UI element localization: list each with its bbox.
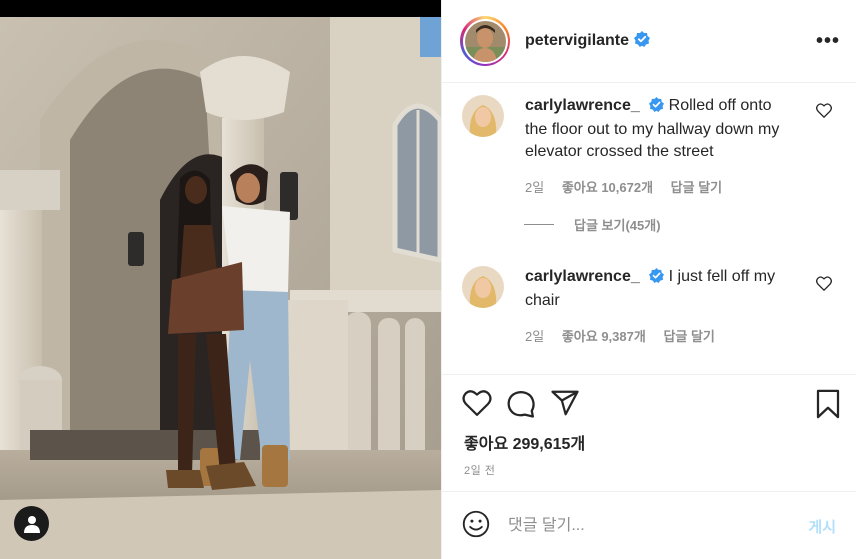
post-side-panel: petervigilante ••• carlylawrence_ Rolled…	[441, 0, 856, 559]
divider-line	[524, 224, 554, 225]
comment-meta: 2일 좋아요 9,387개 답글 달기	[525, 326, 832, 345]
comment-icon[interactable]	[506, 389, 536, 424]
author-avatar[interactable]	[460, 16, 510, 66]
comment-time[interactable]: 2일	[525, 329, 544, 344]
post-header: petervigilante •••	[442, 0, 856, 83]
comment-meta: 2일 좋아요 10,672개 답글 달기	[525, 177, 832, 196]
commenter-avatar[interactable]	[462, 95, 504, 137]
post-photo[interactable]	[0, 0, 441, 559]
post-likes-count[interactable]: 좋아요 299,615개	[464, 430, 585, 454]
post-photo-image	[0, 0, 441, 559]
comment-text-block: carlylawrence_ I just fell off my chair	[525, 266, 798, 312]
more-horizontal-icon[interactable]: •••	[816, 30, 840, 53]
comment-like-heart-icon[interactable]	[816, 103, 832, 123]
comment-input[interactable]	[508, 517, 799, 535]
comment-username[interactable]: carlylawrence_	[525, 268, 640, 285]
view-replies-button[interactable]: 답글 보기(45개)	[524, 215, 661, 234]
view-replies-label: 답글 보기(45개)	[574, 218, 661, 233]
commenter-avatar[interactable]	[462, 266, 504, 308]
comment-item: carlylawrence_ Rolled off onto the floor…	[462, 95, 832, 196]
verified-badge-icon	[649, 268, 665, 290]
post-date[interactable]: 2일 전	[464, 462, 495, 478]
commenter-avatar-image	[462, 95, 504, 137]
commenter-avatar-image	[462, 266, 504, 308]
user-icon	[23, 515, 40, 533]
comment-time[interactable]: 2일	[525, 180, 544, 195]
share-icon[interactable]	[550, 389, 580, 424]
heart-icon[interactable]	[462, 389, 492, 424]
comment-username[interactable]: carlylawrence_	[525, 97, 640, 114]
action-icons	[462, 389, 580, 424]
reply-button[interactable]: 답글 달기	[671, 180, 722, 195]
bookmark-icon[interactable]	[814, 389, 842, 424]
emoji-icon[interactable]	[462, 510, 490, 543]
verified-badge-icon	[649, 97, 665, 119]
instagram-post: petervigilante ••• carlylawrence_ Rolled…	[0, 0, 856, 559]
tagged-users-button[interactable]	[14, 506, 49, 541]
reply-button[interactable]: 답글 달기	[663, 329, 714, 344]
post-actions: 좋아요 299,615개 2일 전 게시	[442, 374, 856, 559]
comment-item: carlylawrence_ I just fell off my chair …	[462, 266, 832, 345]
author-username[interactable]: petervigilante	[525, 32, 629, 50]
comment-likes[interactable]: 좋아요 9,387개	[562, 329, 646, 344]
comment-text-block: carlylawrence_ Rolled off onto the floor…	[525, 95, 798, 163]
author-avatar-image	[464, 20, 506, 62]
comment-likes[interactable]: 좋아요 10,672개	[562, 180, 653, 195]
post-comment-button[interactable]: 게시	[808, 516, 836, 537]
add-comment-bar: 게시	[442, 491, 856, 559]
comment-like-heart-icon[interactable]	[816, 276, 832, 296]
verified-badge-icon	[634, 30, 651, 52]
comments-list: carlylawrence_ Rolled off onto the floor…	[442, 83, 856, 373]
